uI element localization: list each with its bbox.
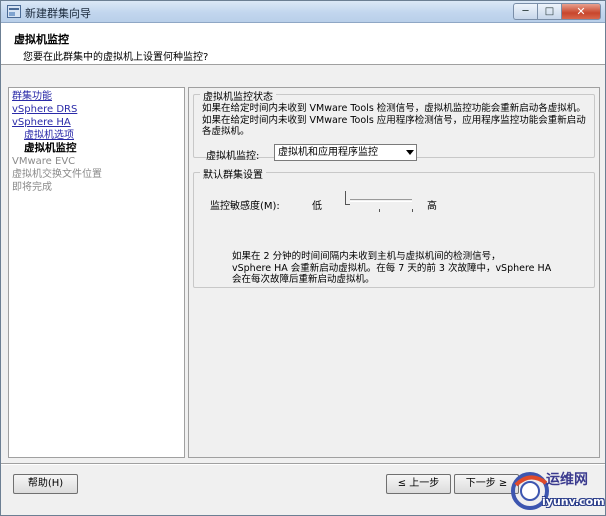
wizard-content: 虚拟机监控状态 如果在给定时间内未收到 VMware Tools 检测信号，虚拟… [188,87,600,458]
sensitivity-low-label: 低 [312,201,322,212]
wizard-window: 新建群集向导 ─ □ ✕ 虚拟机监控 您要在此群集中的虚拟机上设置何种监控? 群… [0,0,606,516]
vm-monitoring-selected-value: 虚拟机和应用程序监控 [278,147,378,158]
minimize-button[interactable]: ─ [513,3,537,20]
window-controls: ─ □ ✕ [513,3,601,20]
minimize-icon: ─ [522,6,529,17]
close-icon: ✕ [576,5,586,18]
back-button[interactable]: ≤ 上一步 [386,474,451,494]
vm-monitoring-status-legend: 虚拟机监控状态 [200,88,276,103]
vm-monitoring-status-group: 虚拟机监控状态 如果在给定时间内未收到 VMware Tools 检测信号，虚拟… [193,88,595,162]
description-line: 如果在给定时间内未收到 VMware Tools 应用程序检测信号，应用程序监控… [202,114,586,126]
vm-monitoring-description: 如果在给定时间内未收到 VMware Tools 检测信号，虚拟机监控功能会重新… [202,103,590,138]
title-bar[interactable]: 新建群集向导 ─ □ ✕ [1,1,605,23]
maximize-button[interactable]: □ [537,3,561,20]
site-watermark: 运维网 iyunv.com [506,465,605,515]
monitoring-sensitivity-label: 监控敏感度(M): [210,201,280,212]
sensitivity-slider-track[interactable] [348,199,412,202]
default-cluster-settings-group: 默认群集设置 监控敏感度(M): 低 高 如果在 2 分钟的时间间隔内未收到主机… [193,166,595,288]
watermark-logo-text: 运维网 [546,472,588,488]
description-line: 如果在给定时间内未收到 VMware Tools 检测信号，虚拟机监控功能会重新… [202,103,586,114]
wizard-steps-nav: 群集功能 vSphere DRS vSphere HA 虚拟机选项 虚拟机监控 … [8,87,185,458]
nav-item-vm-options[interactable]: 虚拟机选项 [9,129,184,142]
sensitivity-slider-thumb[interactable] [345,191,350,205]
watermark-url: iyunv.com [542,495,605,508]
maximize-icon: □ [544,6,555,17]
chevron-down-icon [406,150,414,155]
sensitivity-result-description: 如果在 2 分钟的时间间隔内未收到主机与虚拟机间的检测信号， vSphere H… [232,251,572,286]
nav-item-swapfile-location: 虚拟机交换文件位置 [12,169,102,180]
nav-item-vsphere-drs[interactable]: vSphere DRS [9,103,184,116]
nav-item-vmware-evc: VMware EVC [12,156,76,167]
sensitivity-high-label: 高 [427,201,437,212]
vm-monitoring-select[interactable]: 虚拟机和应用程序监控 [274,144,417,161]
vm-monitoring-label: 虚拟机监控: [206,151,260,162]
app-icon [7,5,21,18]
nav-item-ready-to-complete: 即将完成 [12,182,52,193]
nav-item-cluster-features[interactable]: 群集功能 [9,90,184,103]
result-line: 会在每次故障后重新启动虚拟机。 [232,274,375,285]
description-line: 各虚拟机。 [202,126,250,137]
slider-tick [412,209,413,212]
help-button[interactable]: 帮助(H) [13,474,78,494]
result-line: vSphere HA 会重新启动虚拟机。在每 7 天的前 3 次故障中，vSph… [232,262,552,274]
page-title: 虚拟机监控 [14,33,69,46]
default-cluster-settings-legend: 默认群集设置 [200,166,266,181]
slider-tick [379,209,380,212]
nav-item-vm-monitoring: 虚拟机监控 [24,142,77,154]
result-line: 如果在 2 分钟的时间间隔内未收到主机与虚拟机间的检测信号， [232,251,501,262]
close-button[interactable]: ✕ [561,3,601,20]
wizard-header: 虚拟机监控 您要在此群集中的虚拟机上设置何种监控? [1,23,605,65]
nav-item-vsphere-ha[interactable]: vSphere HA [9,116,184,129]
page-subtitle: 您要在此群集中的虚拟机上设置何种监控? [23,52,209,63]
window-title: 新建群集向导 [25,7,91,20]
